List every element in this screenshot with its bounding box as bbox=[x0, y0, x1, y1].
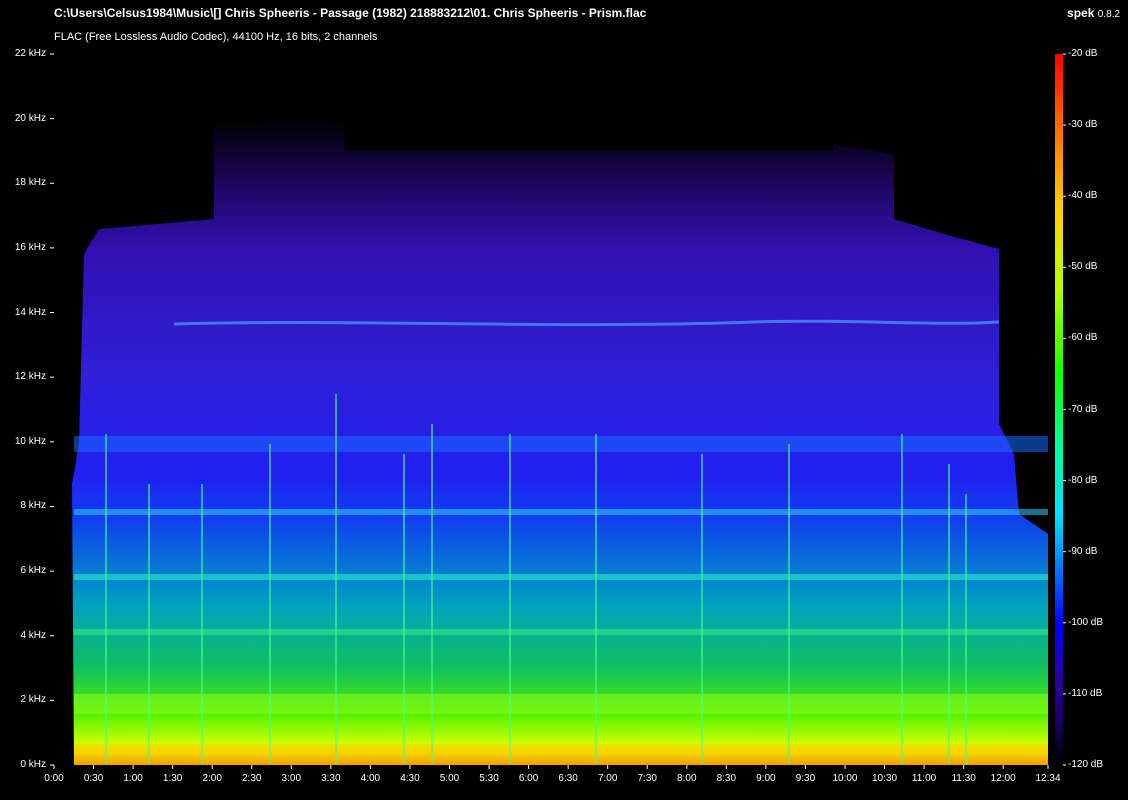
time-label: 1:00 bbox=[123, 773, 143, 784]
freq-label: 16 kHz bbox=[14, 241, 46, 253]
freq-label: 6 kHz bbox=[20, 565, 46, 577]
db-label: -70 dB bbox=[1068, 403, 1098, 415]
time-label: 5:30 bbox=[479, 773, 499, 784]
freq-label: 2 kHz bbox=[20, 694, 46, 706]
time-label: 5:00 bbox=[439, 773, 460, 784]
time-label: 8:30 bbox=[716, 773, 737, 784]
db-label: -100 dB bbox=[1068, 616, 1104, 628]
time-label: 9:00 bbox=[756, 773, 776, 784]
time-label: 10:00 bbox=[832, 773, 858, 784]
time-label: 0:30 bbox=[83, 773, 104, 784]
db-label: -40 dB bbox=[1068, 190, 1098, 202]
time-label: 4:30 bbox=[400, 773, 420, 784]
time-label: 0:00 bbox=[44, 773, 64, 784]
db-label: -110 dB bbox=[1068, 687, 1103, 699]
db-label: -60 dB bbox=[1068, 332, 1098, 344]
time-label: 3:30 bbox=[321, 773, 341, 784]
time-label: 6:30 bbox=[558, 773, 578, 784]
time-label: 10:30 bbox=[872, 773, 898, 784]
db-label: -120 dB bbox=[1068, 759, 1104, 770]
freq-label: 20 kHz bbox=[14, 112, 46, 124]
time-label: 4:00 bbox=[360, 773, 381, 784]
time-label: 12:00 bbox=[990, 773, 1016, 784]
db-label: -20 dB bbox=[1068, 48, 1098, 59]
freq-label: 12 kHz bbox=[14, 371, 46, 383]
db-label: -50 dB bbox=[1068, 261, 1098, 273]
db-label: -80 dB bbox=[1068, 474, 1098, 486]
time-label: 11:00 bbox=[911, 773, 937, 784]
freq-label: 22 kHz bbox=[14, 48, 46, 59]
time-label: 7:00 bbox=[597, 773, 618, 784]
freq-label: 10 kHz bbox=[14, 435, 46, 447]
time-label: 8:00 bbox=[677, 773, 697, 784]
time-label: 1:30 bbox=[162, 773, 183, 784]
db-label: -30 dB bbox=[1068, 119, 1098, 131]
time-label: 11:30 bbox=[951, 773, 976, 784]
time-label: 12:34 bbox=[1035, 773, 1061, 784]
freq-label: 4 kHz bbox=[20, 629, 46, 641]
time-label: 7:30 bbox=[637, 773, 657, 784]
time-label: 3:00 bbox=[281, 773, 302, 784]
freq-label: 8 kHz bbox=[20, 500, 46, 512]
time-label: 6:00 bbox=[518, 773, 539, 784]
time-label: 2:00 bbox=[202, 773, 222, 784]
time-label: 2:30 bbox=[242, 773, 262, 784]
freq-label: 0 kHz bbox=[20, 759, 46, 770]
axis-ticks bbox=[50, 53, 1066, 769]
time-label: 9:30 bbox=[795, 773, 816, 784]
freq-label: 14 kHz bbox=[14, 306, 46, 318]
freq-label: 18 kHz bbox=[14, 177, 46, 189]
db-label: -90 dB bbox=[1068, 545, 1098, 557]
